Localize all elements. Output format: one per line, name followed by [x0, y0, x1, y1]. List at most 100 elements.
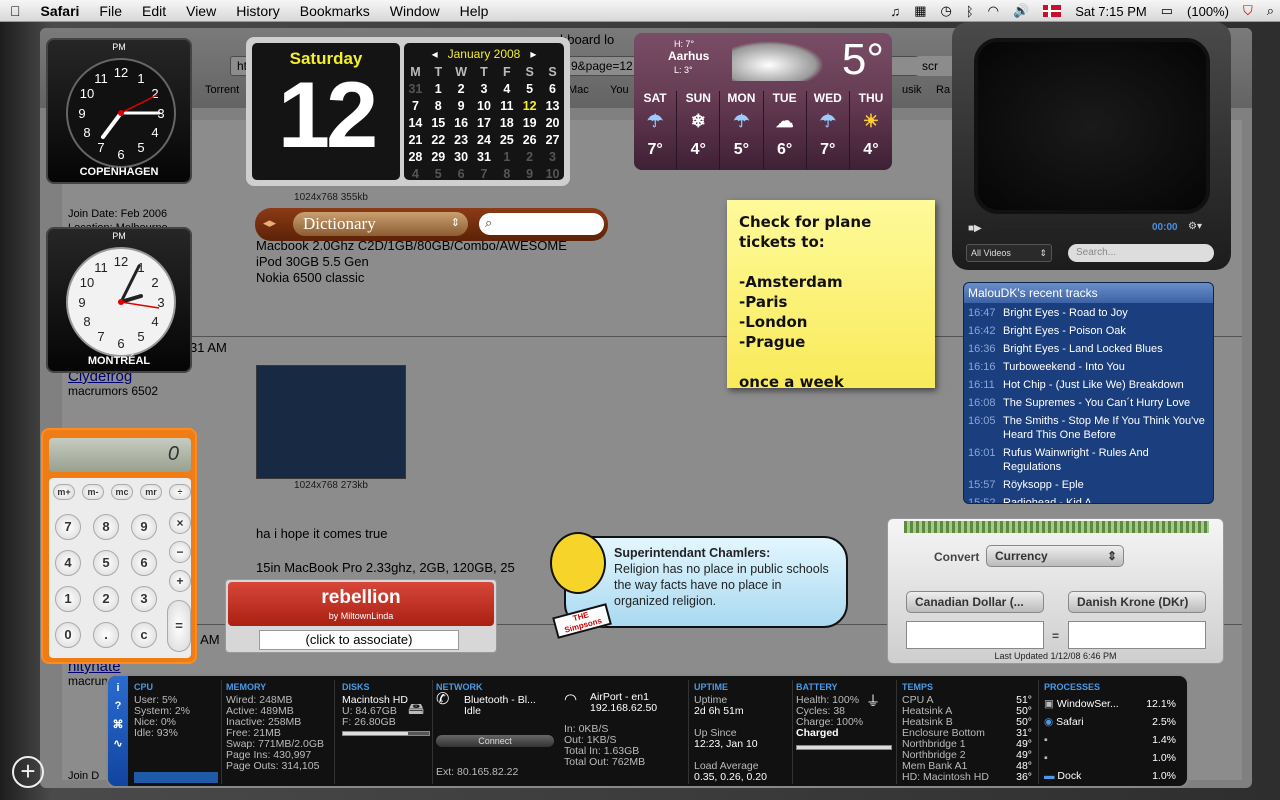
- calendar-date: 25: [499, 132, 514, 147]
- key-1[interactable]: 1: [55, 586, 81, 612]
- video-progress[interactable]: [996, 228, 1146, 231]
- calendar-day-panel[interactable]: Saturday 12: [252, 43, 400, 180]
- input-source-flag-icon[interactable]: [1043, 5, 1062, 17]
- istat-pro-widget[interactable]: i ? ⌘ ∿ CPU User: 5% System: 2% Nice: 0%…: [106, 674, 1189, 788]
- bookmark-you[interactable]: You: [610, 84, 629, 96]
- recent-tracks-widget[interactable]: MalouDK's recent tracks 16:47 Bright Eyes…: [963, 282, 1214, 504]
- memory-subtract-button[interactable]: m-: [82, 484, 104, 500]
- from-value-input[interactable]: [906, 621, 1044, 649]
- key-6[interactable]: 6: [131, 550, 157, 576]
- simpsons-quote-widget[interactable]: Superintendant Chamlers: Religion has no…: [550, 532, 848, 639]
- bookmark-torrent[interactable]: Torrent: [205, 84, 239, 96]
- rebellion-widget[interactable]: rebellion by MiltownLinda (click to asso…: [225, 579, 497, 653]
- music-note-icon[interactable]: ♫: [890, 4, 900, 19]
- info-icon[interactable]: i: [108, 682, 128, 694]
- rebellion-banner[interactable]: rebellion by MiltownLinda: [228, 582, 494, 626]
- weather-widget[interactable]: H: 7° Aarhus L: 3° 5° SAT ☂ 7° SUN ❄ 4° MON ☂…: [634, 33, 892, 170]
- video-filter-select[interactable]: All Videos ⇕: [966, 244, 1052, 262]
- key-0[interactable]: 0: [55, 622, 81, 648]
- menu-window[interactable]: Window: [380, 3, 450, 19]
- prev-month-icon[interactable]: ◂: [432, 47, 438, 61]
- key-decimal[interactable]: .: [93, 622, 119, 648]
- volume-icon[interactable]: 🔊: [1013, 3, 1029, 19]
- back-forward-arrows-icon[interactable]: ◂▸: [263, 215, 276, 231]
- multiply-button[interactable]: ×: [169, 512, 191, 534]
- key-2[interactable]: 2: [93, 586, 119, 612]
- menu-edit[interactable]: Edit: [132, 3, 176, 19]
- track-row[interactable]: 16:08 The Supremes - You Can´t Hurry Love: [964, 395, 1213, 411]
- key-9[interactable]: 9: [131, 514, 157, 540]
- calendar-date: 13: [545, 98, 560, 113]
- equals-button[interactable]: =: [167, 600, 191, 652]
- calculator-widget[interactable]: 0 m+ m- mc mr ÷ 7 8 9 × 4 5 6 − 1 2 3 + …: [41, 428, 197, 664]
- menu-help[interactable]: Help: [450, 3, 499, 19]
- add-widget-icon[interactable]: +: [12, 756, 44, 788]
- to-unit-select[interactable]: Danish Krone (DKr): [1068, 591, 1206, 613]
- track-row[interactable]: 16:05 The Smiths - Stop Me If You Think Y…: [964, 413, 1213, 443]
- battery-percent[interactable]: (100%): [1187, 4, 1229, 19]
- apple-icon[interactable]: : [0, 3, 31, 19]
- from-unit-select[interactable]: Canadian Dollar (...: [906, 591, 1044, 613]
- spotlight-icon[interactable]: ⌕: [1267, 3, 1274, 19]
- clock-widget-copenhagen[interactable]: PM 12 1 2 3 4 5 6 7 8 9 10 11 COPENHAGEN: [46, 38, 192, 184]
- dictionary-search-input[interactable]: ⌕: [479, 213, 604, 235]
- video-screen[interactable]: [974, 38, 1210, 214]
- track-row[interactable]: 16:11 Hot Chip - (Just Like We) Breakdown: [964, 377, 1213, 393]
- settings-icon[interactable]: ⌘: [108, 718, 128, 731]
- track-row[interactable]: 16:36 Bright Eyes - Land Locked Blues: [964, 341, 1213, 357]
- key-3[interactable]: 3: [131, 586, 157, 612]
- conversion-category-select[interactable]: Currency ⇕: [986, 545, 1124, 567]
- track-row[interactable]: 15:57 Röyksopp - Eple: [964, 477, 1213, 493]
- clear-button[interactable]: c: [131, 622, 157, 648]
- pulse-icon[interactable]: ∿: [108, 737, 128, 750]
- memory-add-button[interactable]: m+: [53, 484, 75, 500]
- menu-clock[interactable]: Sat 7:15 PM: [1075, 4, 1147, 19]
- attachment-thumbnail[interactable]: [256, 365, 406, 479]
- spaces-icon[interactable]: ▦: [914, 3, 926, 19]
- key-7[interactable]: 7: [55, 514, 81, 540]
- rain-icon: ☂: [733, 111, 750, 131]
- wifi-icon[interactable]: ◠: [988, 3, 999, 19]
- bookmark-ra[interactable]: Ra: [936, 84, 950, 96]
- track-row[interactable]: 16:01 Rufus Wainwright - Rules And Regula…: [964, 445, 1213, 475]
- track-row[interactable]: 16:47 Bright Eyes - Road to Joy: [964, 305, 1213, 321]
- memory-clear-button[interactable]: mc: [111, 484, 133, 500]
- track-row[interactable]: 15:52 Radiohead - Kid A: [964, 495, 1213, 503]
- menu-file[interactable]: File: [89, 3, 132, 19]
- video-search-input[interactable]: Search...: [1068, 244, 1214, 262]
- subtract-button[interactable]: −: [169, 541, 191, 563]
- calendar-widget[interactable]: Saturday 12 ◂ January 2008 ▸ M T W T F S…: [246, 37, 570, 186]
- associate-button[interactable]: (click to associate): [259, 630, 459, 650]
- track-row[interactable]: 16:16 Turboweekend - Into You: [964, 359, 1213, 375]
- processes-heading: PROCESSES: [1044, 682, 1101, 692]
- connect-button[interactable]: Connect: [436, 735, 554, 747]
- track-row[interactable]: 16:42 Bright Eyes - Poison Oak: [964, 323, 1213, 339]
- unit-converter-widget[interactable]: Convert Currency ⇕ Canadian Dollar (... D…: [887, 518, 1224, 664]
- divide-button[interactable]: ÷: [169, 484, 191, 500]
- battery-icon[interactable]: ▭: [1161, 3, 1173, 19]
- dictionary-widget[interactable]: ◂▸ Dictionary ⇕ ⌕: [255, 208, 608, 241]
- help-icon[interactable]: ?: [108, 700, 128, 712]
- menu-view[interactable]: View: [176, 3, 226, 19]
- bookmark-mac[interactable]: Mac: [568, 84, 589, 96]
- sticky-note[interactable]: Check for plane tickets to: -Amsterdam -…: [727, 200, 935, 391]
- shield-icon[interactable]: ⛉: [1243, 3, 1253, 19]
- key-4[interactable]: 4: [55, 550, 81, 576]
- add-button[interactable]: +: [169, 570, 191, 592]
- bookmark-usik[interactable]: usik: [902, 84, 922, 96]
- gear-icon[interactable]: ⚙▾: [1188, 221, 1202, 232]
- clock-widget-montreal[interactable]: PM 12 1 2 3 4 5 6 7 8 9 10 11 MONTRÉAL: [46, 227, 192, 373]
- memory-recall-button[interactable]: mr: [140, 484, 162, 500]
- bluetooth-icon[interactable]: ᛒ: [966, 4, 974, 19]
- menu-bookmarks[interactable]: Bookmarks: [290, 3, 380, 19]
- dictionary-source-select[interactable]: Dictionary ⇕: [293, 212, 468, 236]
- key-8[interactable]: 8: [93, 514, 119, 540]
- menu-app-safari[interactable]: Safari: [31, 3, 90, 19]
- next-month-icon[interactable]: ▸: [530, 47, 536, 61]
- key-5[interactable]: 5: [93, 550, 119, 576]
- video-tv-widget[interactable]: ■▶ 00:00 ⚙▾ All Videos ⇕ Search...: [952, 22, 1231, 270]
- timemachine-icon[interactable]: ◷: [941, 3, 952, 19]
- to-value-input[interactable]: [1068, 621, 1206, 649]
- menu-history[interactable]: History: [226, 3, 290, 19]
- play-icon[interactable]: ■▶: [968, 223, 982, 234]
